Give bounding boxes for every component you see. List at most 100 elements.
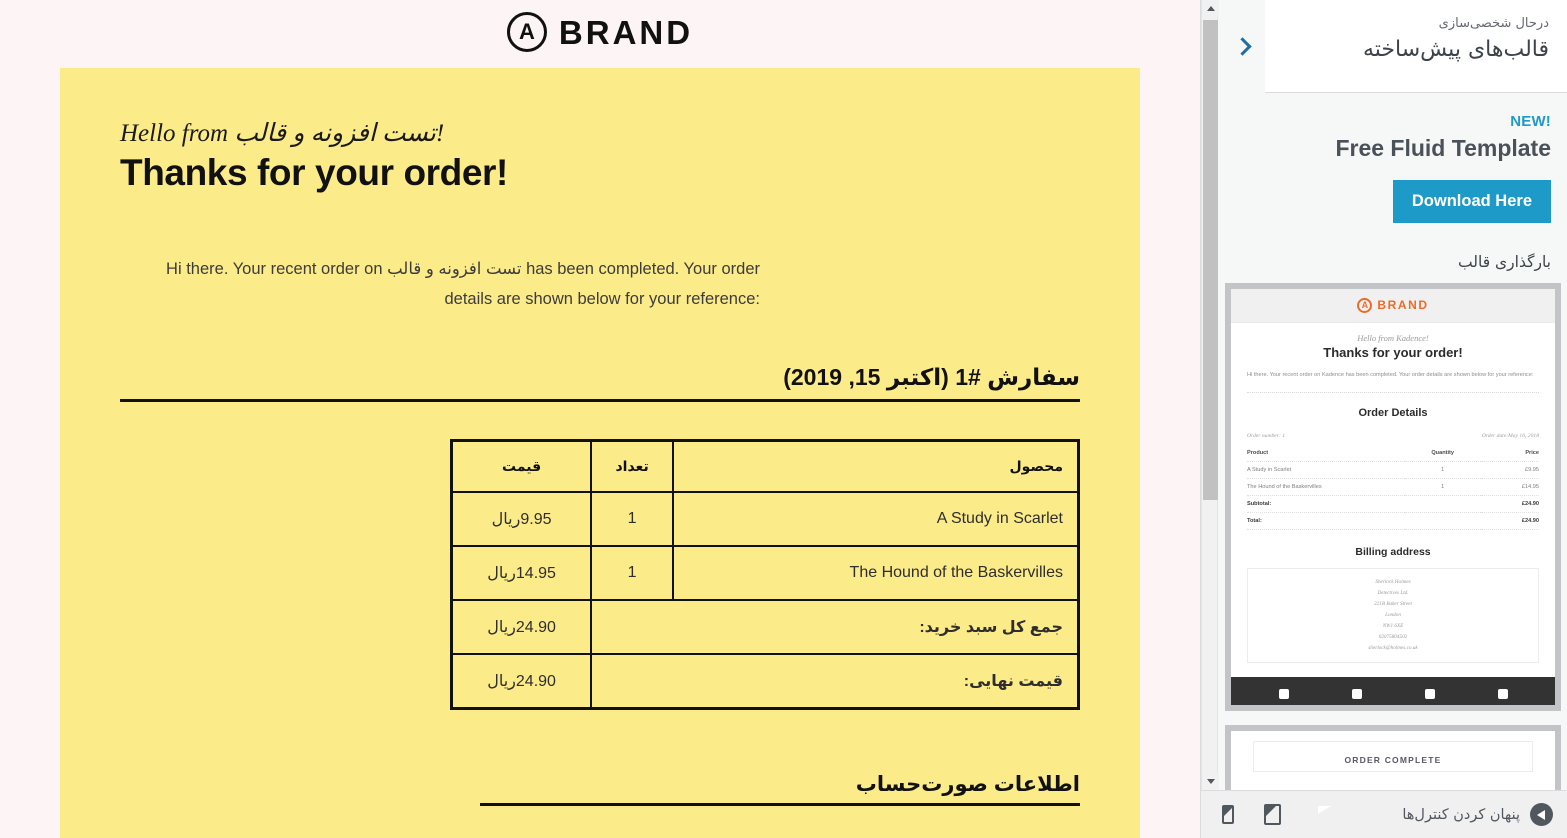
thumb-cell-quantity: 1 <box>1404 461 1481 480</box>
thumb-order-date: Order date:May 16, 2018 <box>1481 433 1539 440</box>
preview-mobile-button[interactable] <box>1211 798 1245 832</box>
address-line: London <box>1385 611 1401 618</box>
thumb-brand-mark-icon: A <box>1357 297 1373 313</box>
thumb-order-details-heading: Order Details <box>1358 407 1428 420</box>
thumb-header-quantity: Quantity <box>1404 445 1481 463</box>
collapse-label: پنهان کردن کنترل‌ها <box>1402 806 1520 823</box>
panel-title: قالب‌های پیش‌ساخته <box>1362 36 1549 62</box>
template-thumbnail-card-2[interactable]: ORDER COMPLETE <box>1225 724 1561 790</box>
download-here-button[interactable]: Download Here <box>1392 179 1551 223</box>
thumb-footer: Copyright © 2018 Kadence. All rights res… <box>1231 676 1555 710</box>
thumb-order-meta: Order number: 1 Order date:May 16, 2018 <box>1247 433 1539 439</box>
cell-product: A Study in Scarlet <box>672 491 1080 548</box>
subtotal-label: جمع کل سبد خرید: <box>590 599 1080 656</box>
thumb-social-row <box>1247 688 1539 699</box>
thumb-table-header-row: Product Quantity Price <box>1247 445 1539 463</box>
order-heading: سفارش #1 (اکتبر 15, 2019) <box>120 364 1080 403</box>
thumb-footer-divider <box>1247 709 1539 710</box>
sidebar-scrollbar[interactable] <box>1201 0 1219 790</box>
total-label: قیمت نهایی: <box>590 653 1080 710</box>
thumb-subtotal-label: Subtotal: <box>1247 495 1405 514</box>
brand-logo: A BRAND <box>506 12 694 52</box>
twitter-icon <box>1424 688 1435 699</box>
cell-quantity: 1 <box>590 545 674 602</box>
billing-heading: اطلاعات صورت‌حساب <box>480 772 1080 807</box>
address-line: sherlock@holmes.co.uk <box>1368 644 1418 651</box>
thumb-total-value: £24.90 <box>1480 512 1539 531</box>
cell-product: The Hound of the Baskervilles <box>672 545 1080 602</box>
table-row: A Study in Scarlet 1 9.95ریال <box>450 491 1080 548</box>
facebook-icon <box>1278 688 1289 699</box>
email-body-card: Hello from تست افزونه و قالب! Thanks for… <box>60 68 1140 838</box>
thumb2-title: ORDER COMPLETE <box>1344 754 1442 765</box>
brand-wordmark: BRAND <box>558 13 694 51</box>
collapse-sidebar-button[interactable] <box>1530 803 1553 826</box>
thumb-brand-logo: A BRAND <box>1357 297 1429 313</box>
thumb-cell-product: The Hound of the Baskervilles <box>1247 478 1405 497</box>
thumb-body: Hello from Kadence! Thanks for your orde… <box>1231 323 1555 663</box>
header-product: محصول <box>672 439 1080 494</box>
cell-price: 9.95ریال <box>450 491 593 548</box>
greeting-script: Hello from تست افزونه و قالب! <box>120 120 445 147</box>
thumb-divider <box>1247 392 1539 394</box>
panel-header-titles: درحال شخصی‌سازی قالب‌های پیش‌ساخته <box>1265 0 1567 93</box>
brand-mark-icon: A <box>506 12 547 52</box>
table-row: The Hound of the Baskervilles 1 14.95ریا… <box>450 545 1080 602</box>
thumb-table-row: The Hound of the Baskervilles 1 £14.95 <box>1247 478 1539 497</box>
scroll-up-arrow-icon[interactable] <box>1202 0 1219 17</box>
panel-back-button[interactable] <box>1219 0 1265 93</box>
device-toolbar: پنهان کردن کنترل‌ها <box>1201 790 1567 838</box>
address-line: NW1 6XE <box>1382 622 1404 629</box>
preview-desktop-button[interactable] <box>1299 798 1333 832</box>
thumb-subtotal-spacer <box>1404 495 1481 514</box>
thumb-header: A BRAND <box>1231 288 1555 323</box>
thumb-order-number: Order number: 1 <box>1247 433 1286 440</box>
address-line: Sherlock Holmes <box>1375 579 1411 586</box>
thumb-subtotal-row: Subtotal: £24.90 <box>1247 495 1539 514</box>
cell-price: 14.95ریال <box>450 545 593 602</box>
preview-pane: A BRAND Hello from تست افزونه و قالب! Th… <box>0 0 1200 838</box>
mobile-icon <box>1222 805 1234 824</box>
chevron-right-icon <box>1232 37 1252 56</box>
address-line: 221B Baker Street <box>1374 600 1412 607</box>
address-line: 02075804502 <box>1378 633 1408 640</box>
promo-new-badge: NEW! <box>1510 113 1551 130</box>
scroll-down-arrow-icon[interactable] <box>1202 773 1219 790</box>
customizer-sidebar: درحال شخصی‌سازی قالب‌های پیش‌ساخته NEW! … <box>1200 0 1567 838</box>
thumb-cell-price: £9.95 <box>1480 461 1539 480</box>
scrollbar-thumb[interactable] <box>1203 20 1218 500</box>
thumb-brand-word: BRAND <box>1377 298 1429 313</box>
promo-block: NEW! Free Fluid Template Download Here <box>1219 93 1567 229</box>
thumb-header-product: Product <box>1247 445 1405 463</box>
thumb-total-row: Total: £24.90 <box>1247 512 1539 531</box>
total-value: 24.90ریال <box>450 653 593 710</box>
thumb-billing-heading: Billing address <box>1355 546 1431 559</box>
thumb-script: Hello from Kadence! <box>1357 332 1429 343</box>
panel-eyebrow: درحال شخصی‌سازی <box>1438 16 1549 31</box>
table-subtotal-row: جمع کل سبد خرید: 24.90ریال <box>450 599 1080 656</box>
table-total-row: قیمت نهایی: 24.90ریال <box>450 653 1080 710</box>
desktop-icon <box>1305 804 1327 825</box>
email-header: A BRAND <box>0 0 1200 60</box>
thumb-table-row: A Study in Scarlet 1 £9.95 <box>1247 461 1539 480</box>
thumb2-inner: ORDER COMPLETE <box>1231 731 1555 772</box>
thumb-address-block: Sherlock Holmes Detectives Ltd. 221B Bak… <box>1247 568 1539 663</box>
email-headline: Thanks for your order! <box>120 152 508 193</box>
subtotal-value: 24.90ریال <box>450 599 593 656</box>
thumb-total-label: Total: <box>1247 512 1405 531</box>
thumb-subtotal-value: £24.90 <box>1480 495 1539 514</box>
header-quantity: تعداد <box>590 439 674 494</box>
thumb-cell-quantity: 1 <box>1404 478 1481 497</box>
thumb-headline: Thanks for your order! <box>1323 344 1463 360</box>
template-thumbnail-card[interactable]: A BRAND Hello from Kadence! Thanks for y… <box>1225 282 1561 711</box>
thumb-order-table: Product Quantity Price A Study in Scarle… <box>1247 445 1539 531</box>
thumb-cell-product: A Study in Scarlet <box>1247 461 1405 480</box>
tablet-icon <box>1263 804 1281 825</box>
preview-tablet-button[interactable] <box>1255 798 1289 832</box>
header-price: قیمت <box>450 439 593 494</box>
order-table-head: محصول تعداد قیمت <box>450 439 1080 494</box>
thumb-header-price: Price <box>1480 445 1539 463</box>
promo-title: Free Fluid Template <box>1335 135 1551 161</box>
panel-header: درحال شخصی‌سازی قالب‌های پیش‌ساخته <box>1219 0 1567 93</box>
sidebar-content: درحال شخصی‌سازی قالب‌های پیش‌ساخته NEW! … <box>1219 0 1567 790</box>
